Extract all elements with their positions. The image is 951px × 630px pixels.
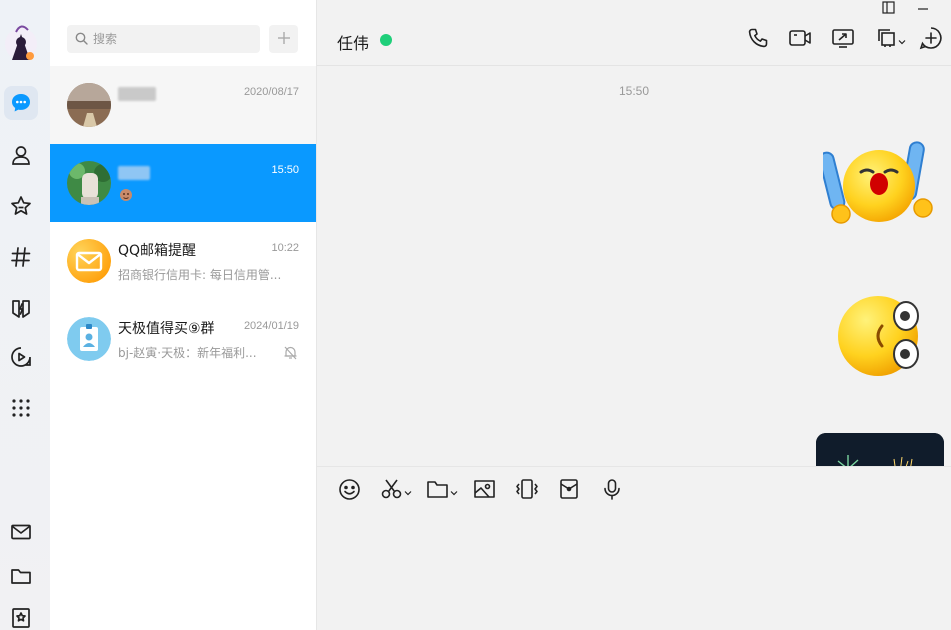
voice-call-button[interactable] <box>745 27 771 53</box>
tilted-face-sticker[interactable] <box>838 292 922 384</box>
remote-assist-icon <box>876 27 898 53</box>
shake-icon <box>515 478 539 504</box>
blurred-name <box>118 166 150 180</box>
mute-bell-icon <box>283 345 298 364</box>
chevron-down-icon <box>450 482 458 501</box>
nav-contacts[interactable] <box>4 138 38 172</box>
conversation-avatar <box>67 239 111 283</box>
conversation-avatar <box>67 317 111 361</box>
conversation-preview: bj-赵寅·天极：新年福利... <box>118 346 257 360</box>
search-icon <box>75 30 88 49</box>
camera-icon <box>788 27 812 53</box>
conversation-preview <box>118 187 134 206</box>
nav-video[interactable] <box>4 340 38 374</box>
minimize-icon <box>917 0 929 18</box>
add-button[interactable] <box>269 25 298 53</box>
shake-button[interactable] <box>515 479 539 503</box>
conversation-time: 15:50 <box>271 164 299 176</box>
scissors-icon <box>380 478 404 504</box>
conversation-name: QQ邮箱提醒 <box>118 243 197 259</box>
chat-header: 任伟 <box>317 0 951 66</box>
chevron-down-icon <box>404 482 412 501</box>
message-input[interactable] <box>317 512 951 630</box>
plus-icon <box>277 30 291 49</box>
conversation-time: 2024/01/19 <box>243 320 299 332</box>
conversation-item[interactable]: 2020/08/17 <box>50 66 316 144</box>
conversation-time: 10:22 <box>271 242 299 254</box>
games-icon <box>10 297 32 319</box>
red-packet-button[interactable] <box>558 479 580 503</box>
folder-icon <box>426 478 450 504</box>
nav-rail <box>0 0 50 630</box>
video-call-button[interactable] <box>787 27 813 53</box>
conversation-name: 天极值得买⑨群 <box>118 321 215 337</box>
nav-bookmark[interactable] <box>4 600 38 630</box>
conversation-list: 2020/08/17 15:50 QQ邮箱提醒 10:22 招商银行信用卡: 每… <box>50 0 317 630</box>
cheering-sticker[interactable] <box>818 138 935 234</box>
chat-title: 任伟 <box>337 34 370 53</box>
minimize-button[interactable] <box>913 0 933 16</box>
phone-icon <box>747 27 769 53</box>
add-member-button[interactable] <box>918 27 944 53</box>
nav-more-apps[interactable] <box>4 391 38 425</box>
nav-messages[interactable] <box>4 86 38 120</box>
image-button[interactable] <box>473 479 496 503</box>
file-button[interactable] <box>426 479 458 503</box>
message-timestamp: 15:50 <box>618 84 650 98</box>
nav-games[interactable] <box>4 291 38 325</box>
screen-share-icon <box>831 27 855 53</box>
conversation-item[interactable]: QQ邮箱提醒 10:22 招商银行信用卡: 每日信用管... <box>50 222 316 300</box>
microphone-icon <box>601 478 623 504</box>
online-status-dot <box>380 34 392 46</box>
conversation-avatar <box>67 83 111 127</box>
bookmark-icon <box>10 606 32 628</box>
chat-panel: 任伟 15:50 <box>317 0 951 630</box>
sticker-preview-icon <box>118 189 134 206</box>
voice-message-button[interactable] <box>601 479 623 503</box>
input-toolbar <box>317 466 951 512</box>
favorites-icon <box>10 195 32 217</box>
contacts-icon <box>10 144 32 166</box>
add-circle-icon <box>919 26 943 54</box>
video-icon <box>10 346 32 368</box>
remote-assist-button[interactable] <box>873 27 909 53</box>
conversation-item[interactable]: 天极值得买⑨群 2024/01/19 bj-赵寅·天极：新年福利... <box>50 300 316 378</box>
screen-share-button[interactable] <box>830 27 856 53</box>
folder-icon <box>10 565 32 587</box>
conversation-time: 2020/08/17 <box>243 86 299 98</box>
nav-folder[interactable] <box>4 559 38 593</box>
user-avatar[interactable] <box>4 22 38 62</box>
nav-channels[interactable] <box>4 240 38 274</box>
sidebar-toggle-icon <box>881 0 895 18</box>
emoji-icon <box>338 478 361 505</box>
screenshot-button[interactable] <box>380 479 412 503</box>
message-area[interactable]: 15:50 <box>317 66 951 466</box>
emoji-button[interactable] <box>338 478 361 505</box>
nav-mail[interactable] <box>4 515 38 549</box>
channels-icon <box>10 246 32 268</box>
conversation-preview: 招商银行信用卡: 每日信用管... <box>118 268 282 282</box>
image-message[interactable] <box>816 433 944 466</box>
blurred-name <box>118 87 156 101</box>
message-icon <box>10 92 32 114</box>
sidebar-toggle-button[interactable] <box>878 0 898 16</box>
search-box[interactable] <box>67 25 260 53</box>
conversation-item-selected[interactable]: 15:50 <box>50 144 316 222</box>
more-apps-icon <box>10 397 32 419</box>
red-packet-icon <box>558 478 580 504</box>
chevron-down-icon <box>898 31 906 50</box>
image-icon <box>473 478 496 504</box>
conversation-avatar <box>67 161 111 205</box>
mail-icon <box>10 521 32 543</box>
search-input[interactable] <box>93 32 243 46</box>
nav-favorites[interactable] <box>4 189 38 223</box>
